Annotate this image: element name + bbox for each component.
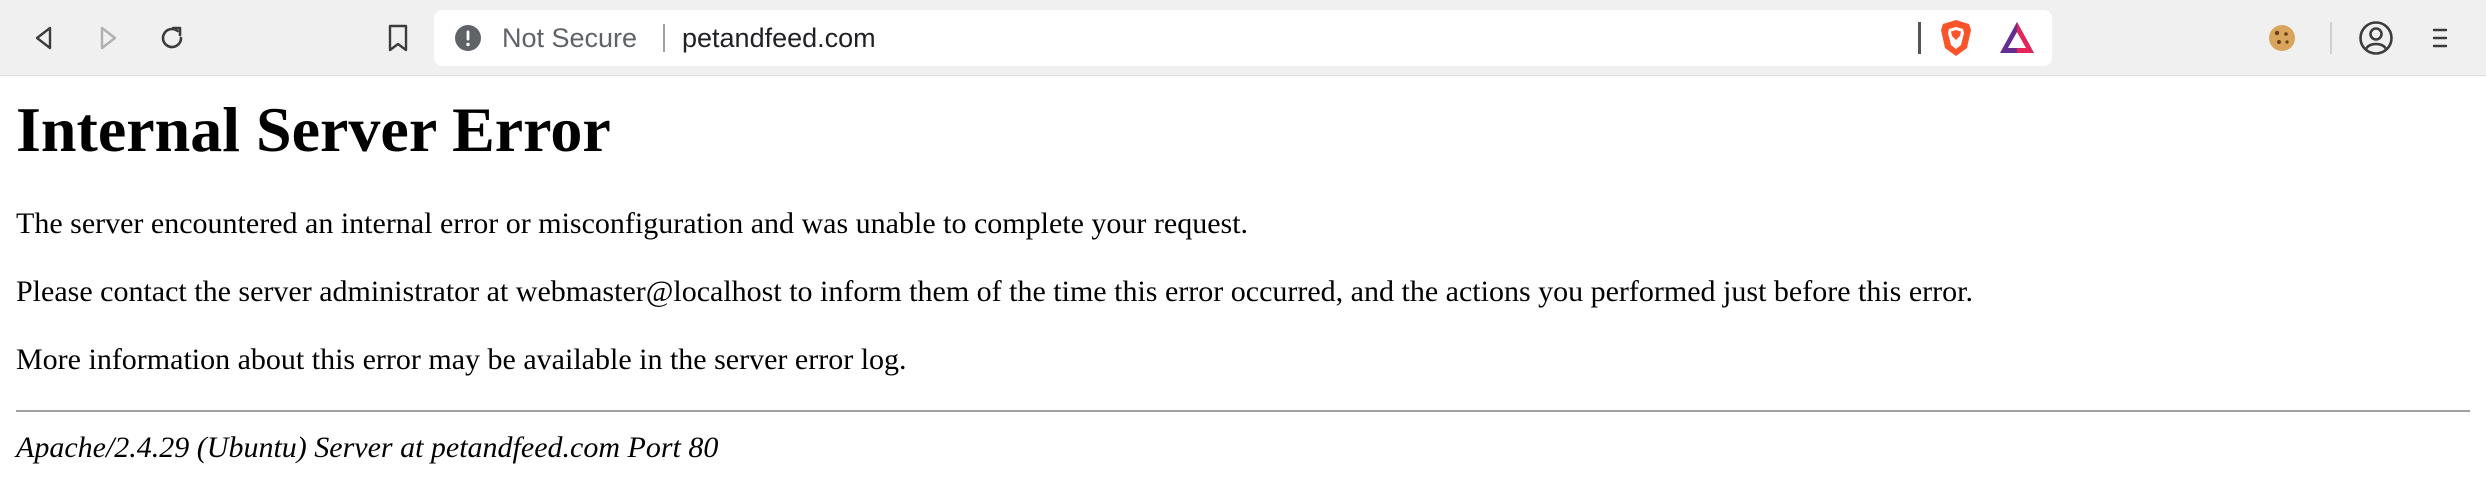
url-text[interactable]: petandfeed.com <box>682 10 876 66</box>
toolbar-separator <box>2330 22 2332 54</box>
profile-button[interactable] <box>2352 14 2400 62</box>
forward-arrow-icon <box>100 26 117 50</box>
cookie-extension-button[interactable] <box>2258 14 2306 62</box>
error-log-text: More information about this error may be… <box>16 343 907 376</box>
url-end-divider <box>1918 22 1921 54</box>
back-button[interactable] <box>20 14 68 62</box>
profile-icon <box>2359 21 2393 55</box>
contact-admin-text: Please contact the server administrator … <box>16 275 1973 308</box>
page-title: Internal Server Error <box>16 94 611 165</box>
bookmark-icon <box>388 24 408 52</box>
divider <box>16 410 2470 412</box>
menu-icon <box>2432 28 2448 48</box>
menu-button[interactable] <box>2416 14 2464 62</box>
brave-rewards-icon[interactable] <box>1998 20 2036 56</box>
security-status-label[interactable]: Not Secure <box>502 10 637 66</box>
address-bar[interactable]: Not Secure petandfeed.com <box>434 10 2052 66</box>
reload-button[interactable] <box>148 14 196 62</box>
bookmark-button[interactable] <box>374 14 422 62</box>
url-divider <box>663 24 665 52</box>
cookie-extension-icon <box>2269 25 2295 51</box>
browser-toolbar: Not Secure petandfeed.com <box>0 0 2486 76</box>
forward-button[interactable] <box>84 14 132 62</box>
brave-shield-icon[interactable] <box>1936 18 1976 58</box>
error-description: The server encountered an internal error… <box>16 207 1249 240</box>
info-warning-icon[interactable] <box>454 24 482 52</box>
server-signature: Apache/2.4.29 (Ubuntu) Server at petandf… <box>16 431 719 464</box>
reload-icon <box>161 26 183 49</box>
back-arrow-icon <box>35 26 52 50</box>
